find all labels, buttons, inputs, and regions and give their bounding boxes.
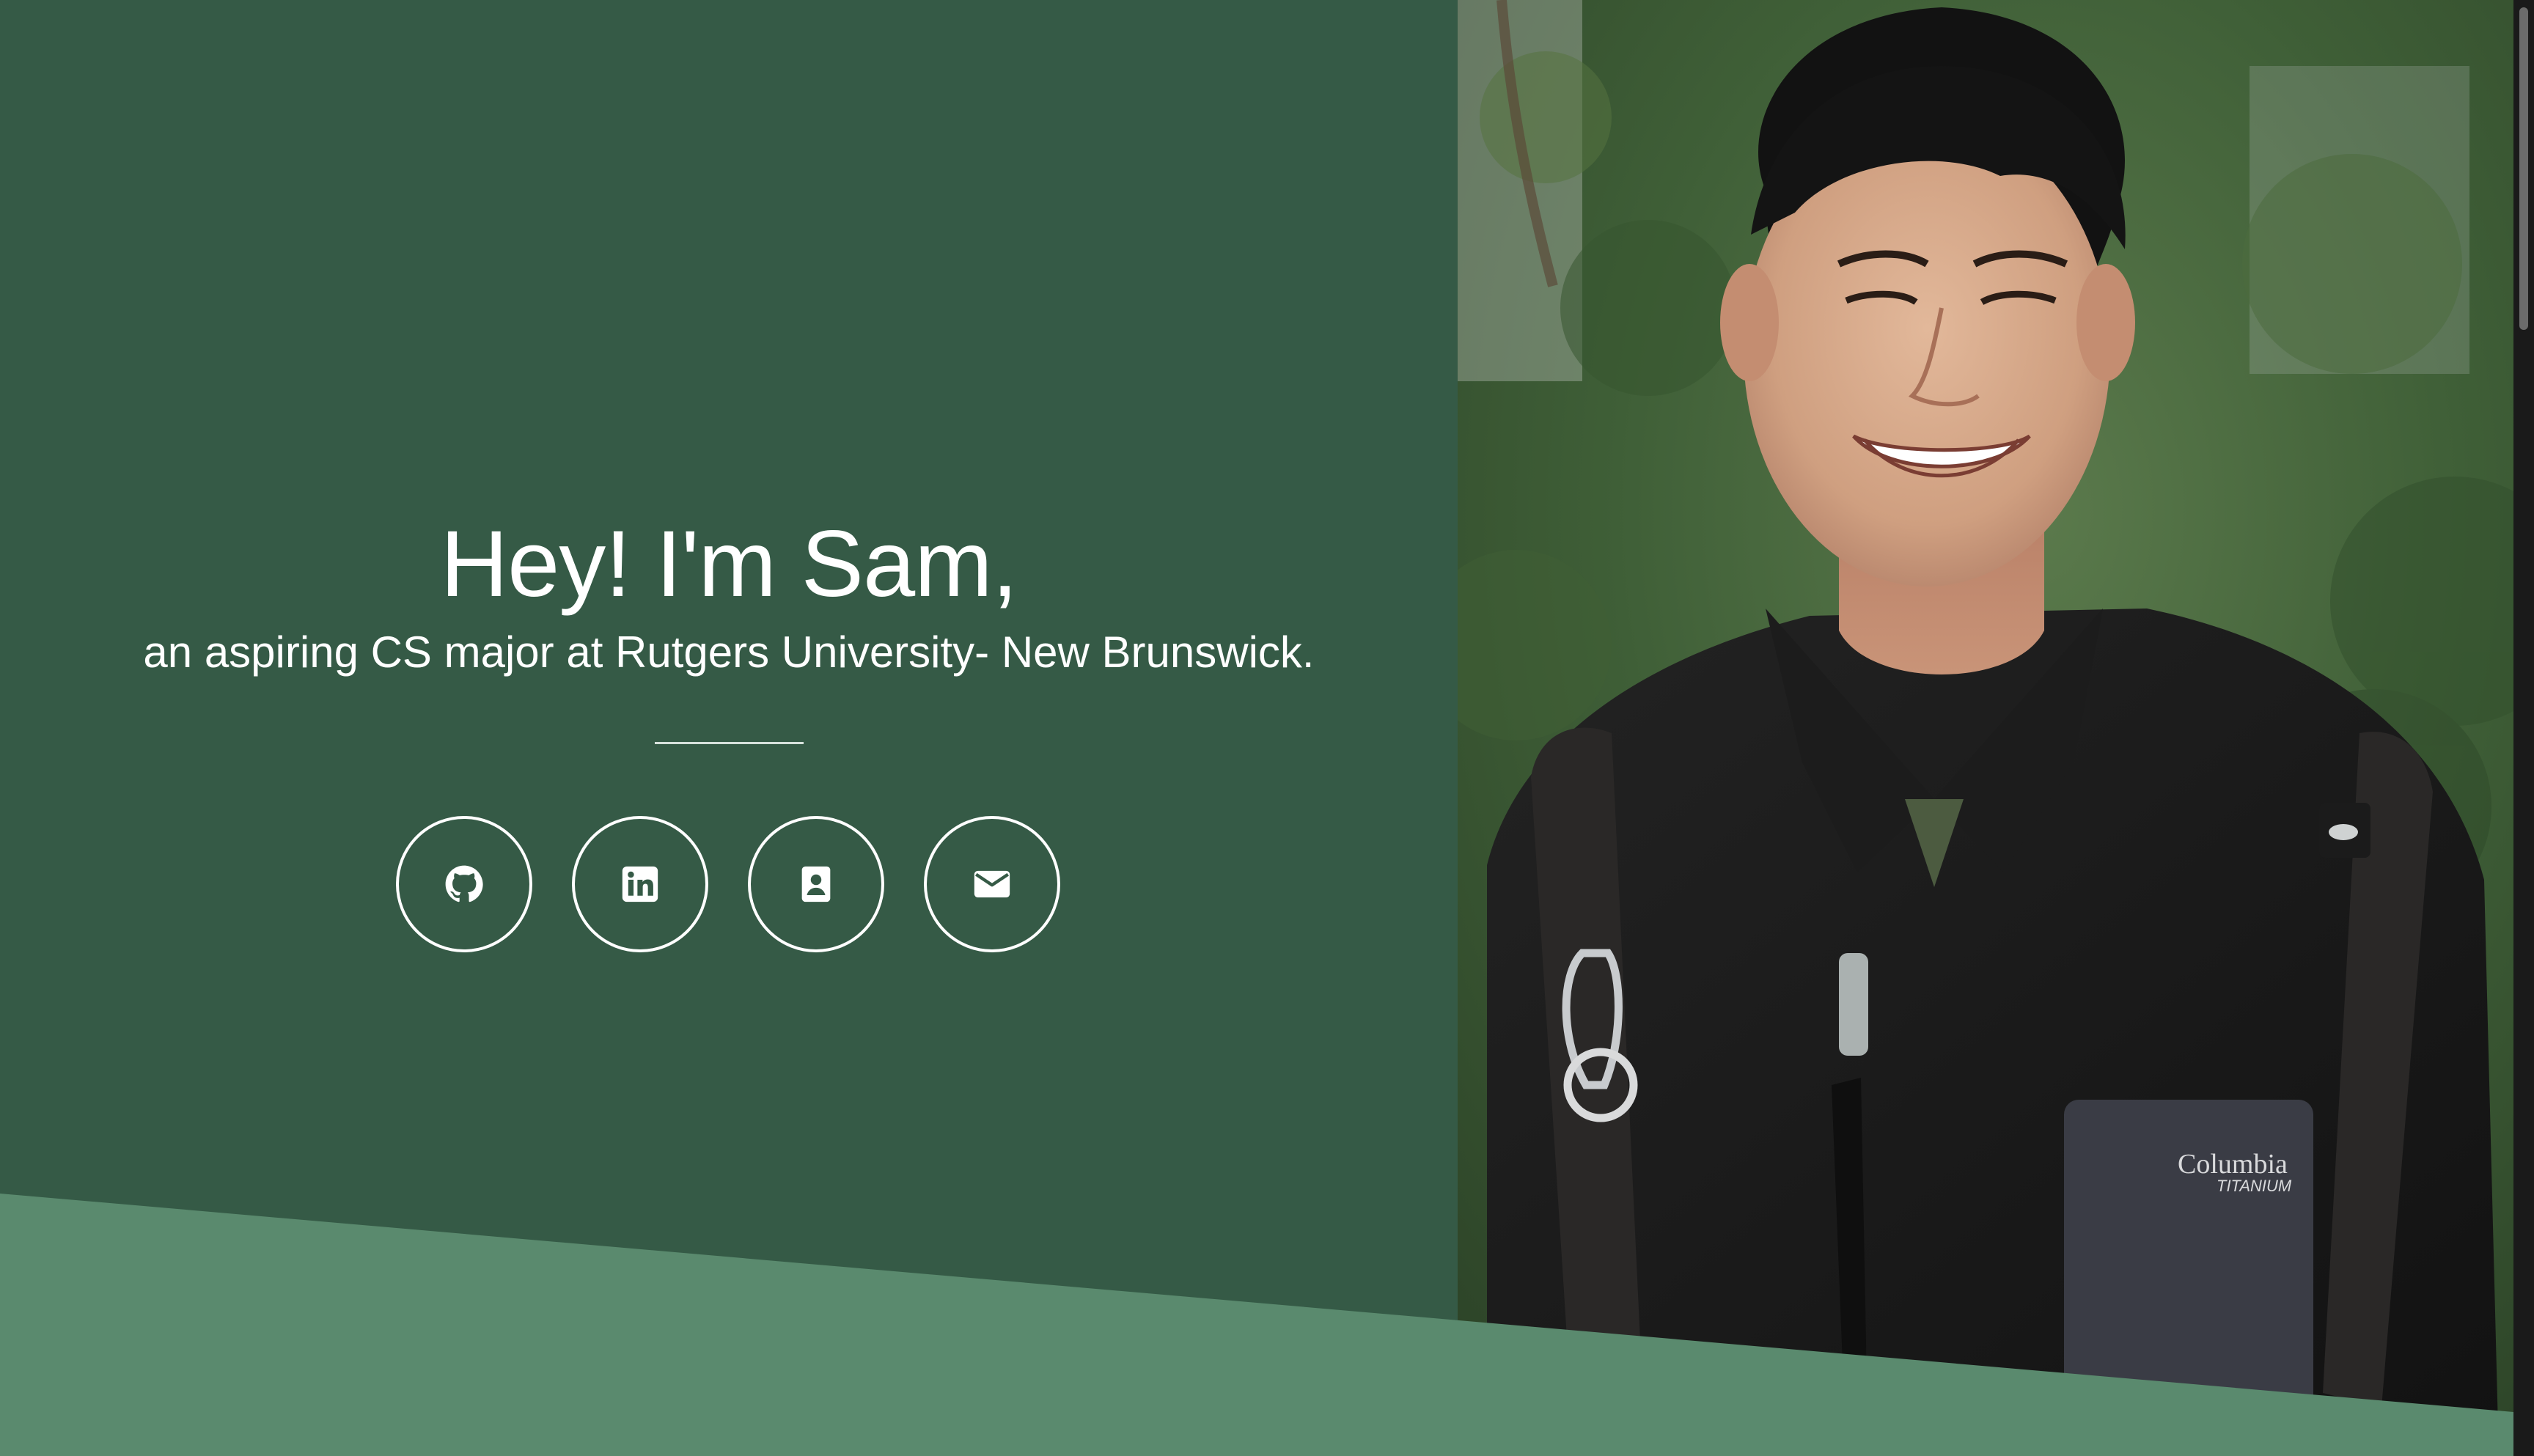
linkedin-link-button[interactable] — [572, 816, 708, 952]
hero-headline: Hey! I'm Sam, — [440, 512, 1018, 617]
mail-icon — [974, 870, 1010, 898]
hero-subline: an aspiring CS major at Rutgers Universi… — [143, 628, 1315, 677]
profile-photo-illustration: Columbia TITANIUM — [1458, 0, 2513, 1456]
social-links — [396, 816, 1063, 952]
scrollbar-thumb[interactable] — [2519, 7, 2528, 330]
page: Hey! I'm Sam, an aspiring CS major at Ru… — [0, 0, 2534, 1456]
github-link-button[interactable] — [396, 816, 532, 952]
hero-section: Hey! I'm Sam, an aspiring CS major at Ru… — [0, 0, 1458, 1456]
email-link-button[interactable] — [924, 816, 1060, 952]
jacket-brand-subtext: TITANIUM — [2217, 1177, 2292, 1195]
hero-text: Hey! I'm Sam, an aspiring CS major at Ru… — [0, 506, 1458, 682]
resume-link-button[interactable] — [748, 816, 884, 952]
github-icon — [445, 865, 483, 902]
contact-card-icon — [801, 866, 831, 902]
linkedin-icon — [622, 866, 658, 902]
profile-photo: Columbia TITANIUM — [1458, 0, 2513, 1456]
jacket-brand-text: Columbia — [2178, 1149, 2288, 1180]
hero-divider — [655, 742, 804, 744]
